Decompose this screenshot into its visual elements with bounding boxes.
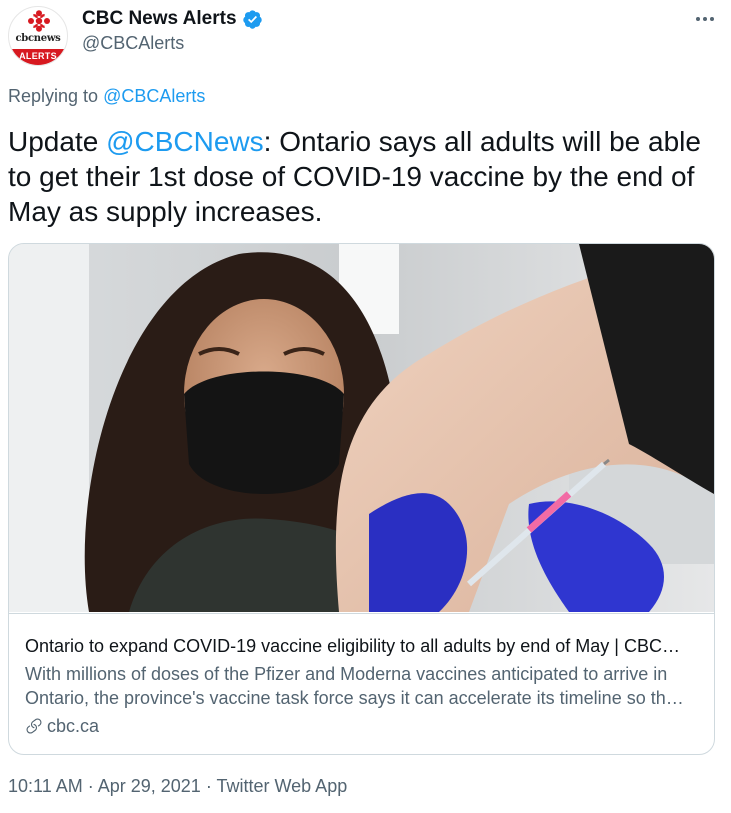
tweet-time[interactable]: 10:11 AM (8, 776, 83, 796)
tweet-mention-link[interactable]: @CBCNews (106, 126, 264, 157)
avatar-alerts-label: ALERTS (9, 49, 67, 65)
tweet-text: Update @CBCNews: Ontario says all adults… (8, 124, 720, 229)
meta-separator: · (82, 776, 98, 796)
card-domain-text: cbc.ca (47, 716, 100, 736)
tweet-text-prefix: Update (8, 126, 107, 157)
replying-to: Replying to @CBCAlerts (8, 86, 205, 107)
tweet-date[interactable]: Apr 29, 2021 (98, 776, 201, 796)
more-options-icon[interactable] (690, 10, 720, 28)
tweet-meta: 10:11 AM · Apr 29, 2021 · Twitter Web Ap… (8, 776, 347, 797)
tweet-source[interactable]: Twitter Web App (216, 776, 347, 796)
meta-separator: · (200, 776, 217, 796)
card-domain[interactable]: cbc.ca (25, 714, 698, 738)
replying-to-mention-link[interactable]: @CBCAlerts (103, 86, 205, 106)
verified-badge-icon (242, 9, 262, 29)
link-preview-card[interactable]: Ontario to expand COVID-19 vaccine eligi… (8, 243, 715, 755)
author-handle[interactable]: @CBCAlerts (82, 33, 184, 54)
replying-to-prefix: Replying to (8, 86, 99, 106)
author-name-row: CBC News Alerts (82, 7, 263, 31)
author-display-name[interactable]: CBC News Alerts (82, 8, 237, 30)
card-title[interactable]: Ontario to expand COVID-19 vaccine eligi… (25, 634, 698, 658)
avatar-brand-text: cbcnews (15, 33, 61, 44)
card-body[interactable]: Ontario to expand COVID-19 vaccine eligi… (9, 613, 714, 738)
card-description: With millions of doses of the Pfizer and… (25, 664, 684, 708)
link-icon (26, 718, 42, 734)
cbc-gem-logo-icon (28, 10, 50, 32)
avatar[interactable]: cbcnews ALERTS (8, 6, 68, 66)
card-image[interactable] (9, 244, 714, 612)
